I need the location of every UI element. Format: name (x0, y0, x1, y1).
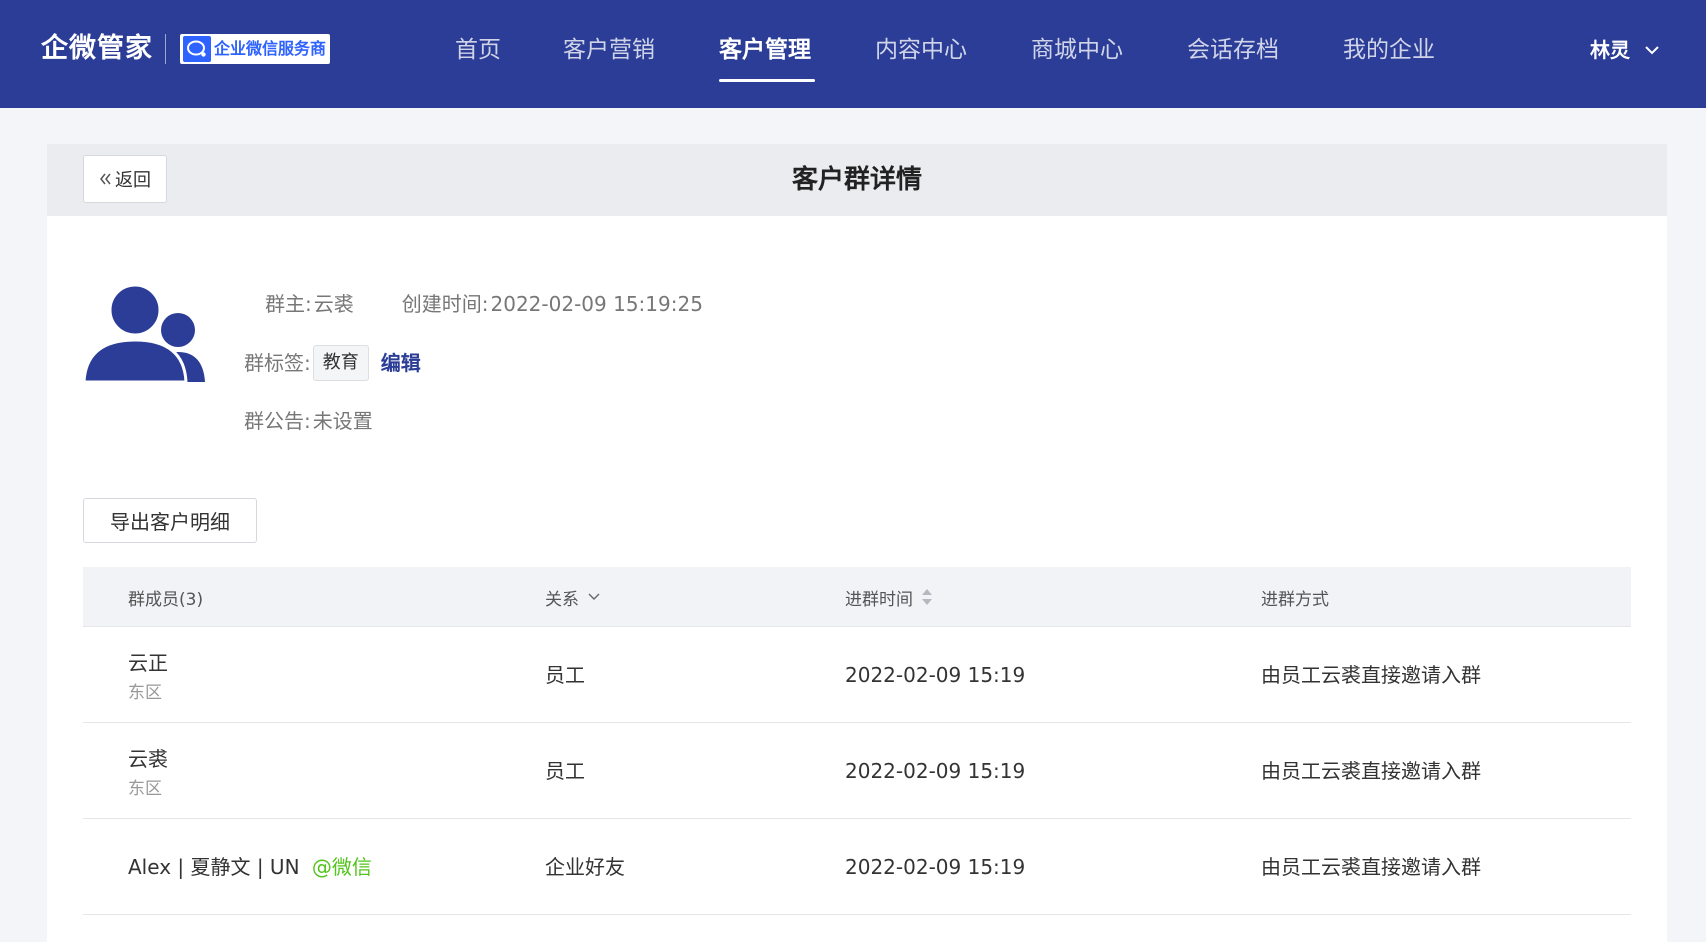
member-relation: 员工 (545, 759, 585, 783)
member-join-method: 由员工云裘直接邀请入群 (1261, 855, 1481, 879)
tags-label: 群标签: (244, 351, 311, 375)
nav-item-customer-management[interactable]: 客户管理 (719, 32, 811, 68)
brand-name: 企微管家 (41, 33, 153, 64)
chevron-down-icon (588, 593, 600, 600)
nav-item-mall-center[interactable]: 商城中心 (1031, 32, 1123, 68)
column-header-join-time[interactable]: 进群时间 (845, 567, 933, 627)
export-customers-button[interactable]: 导出客户明细 (83, 498, 257, 543)
created-time-label: 创建时间: (401, 292, 489, 316)
member-department: 东区 (128, 779, 162, 799)
column-header-relation[interactable]: 关系 (545, 567, 601, 627)
brand-separator (165, 34, 166, 64)
member-department: 东区 (128, 683, 162, 703)
member-name: 云裘 (128, 747, 168, 771)
member-name: Alex | 夏静文 | UN (128, 855, 300, 879)
member-join-time: 2022-02-09 15:19 (845, 855, 1026, 879)
group-detail-card: 返回 客户群详情 群主: 云裘 创建时间: 2022-02-09 15:19:2… (47, 144, 1667, 942)
nav-item-customer-marketing[interactable]: 客户营销 (563, 32, 655, 68)
service-provider-badge: 企业微信服务商 (180, 34, 331, 64)
users-avatar-icon (83, 283, 205, 382)
notice-value: 未设置 (312, 409, 373, 433)
member-name: 云正 (128, 651, 168, 675)
group-tag: 教育 (312, 345, 369, 381)
nav-item-home[interactable]: 首页 (455, 32, 501, 68)
created-time-value: 2022-02-09 15:19:25 (490, 292, 703, 316)
owner-label: 群主: (265, 292, 312, 316)
nav-active-indicator (719, 79, 815, 82)
brand[interactable]: 企微管家 企业微信服务商 (41, 30, 331, 68)
nav-item-content-center[interactable]: 内容中心 (875, 32, 967, 68)
chat-bubble-icon (183, 36, 211, 62)
notice-label: 群公告: (244, 409, 311, 433)
owner-value: 云裘 (313, 292, 354, 316)
member-join-time: 2022-02-09 15:19 (845, 759, 1026, 783)
members-table: 群成员(3) 关系 进群时间 进群方式 云正 东区 员工 2022-02-09 … (83, 567, 1631, 915)
badge-text: 企业微信服务商 (214, 39, 327, 58)
table-row: 云裘 东区 员工 2022-02-09 15:19 由员工云裘直接邀请入群 (83, 723, 1631, 819)
nav-item-chat-archive[interactable]: 会话存档 (1187, 32, 1279, 68)
page-title: 客户群详情 (791, 165, 922, 195)
member-join-time: 2022-02-09 15:19 (845, 663, 1026, 687)
chevron-down-icon (1645, 46, 1659, 55)
member-join-method: 由员工云裘直接邀请入群 (1261, 663, 1481, 687)
nav-item-my-enterprise[interactable]: 我的企业 (1343, 32, 1435, 68)
member-join-method: 由员工云裘直接邀请入群 (1261, 759, 1481, 783)
member-relation: 员工 (545, 663, 585, 687)
column-header-join-method: 进群方式 (1261, 589, 1329, 610)
wechat-source-tag: @微信 (311, 855, 372, 879)
tags-row: 群标签: 教育 编辑 (244, 345, 421, 381)
user-name: 林灵 (1590, 38, 1630, 62)
member-name-cell: Alex | 夏静文 | UN @微信 (128, 854, 372, 880)
table-row: 云正 东区 员工 2022-02-09 15:19 由员工云裘直接邀请入群 (83, 627, 1631, 723)
user-menu[interactable]: 林灵 (1590, 32, 1660, 68)
owner-row: 群主: 云裘 创建时间: 2022-02-09 15:19:25 (265, 289, 703, 319)
column-header-member: 群成员(3) (128, 589, 204, 610)
top-nav-bar: 企微管家 企业微信服务商 首页 客户营销 客户管理 内容中心 商城中心 会话存档… (0, 0, 1706, 108)
notice-row: 群公告: 未设置 (244, 406, 373, 436)
card-header: 返回 客户群详情 (47, 144, 1667, 216)
sort-icon[interactable] (921, 588, 933, 606)
table-row: Alex | 夏静文 | UN @微信 企业好友 2022-02-09 15:1… (83, 819, 1631, 915)
table-header: 群成员(3) 关系 进群时间 进群方式 (83, 567, 1631, 627)
member-relation: 企业好友 (545, 855, 625, 879)
edit-tags-link[interactable]: 编辑 (381, 348, 421, 378)
